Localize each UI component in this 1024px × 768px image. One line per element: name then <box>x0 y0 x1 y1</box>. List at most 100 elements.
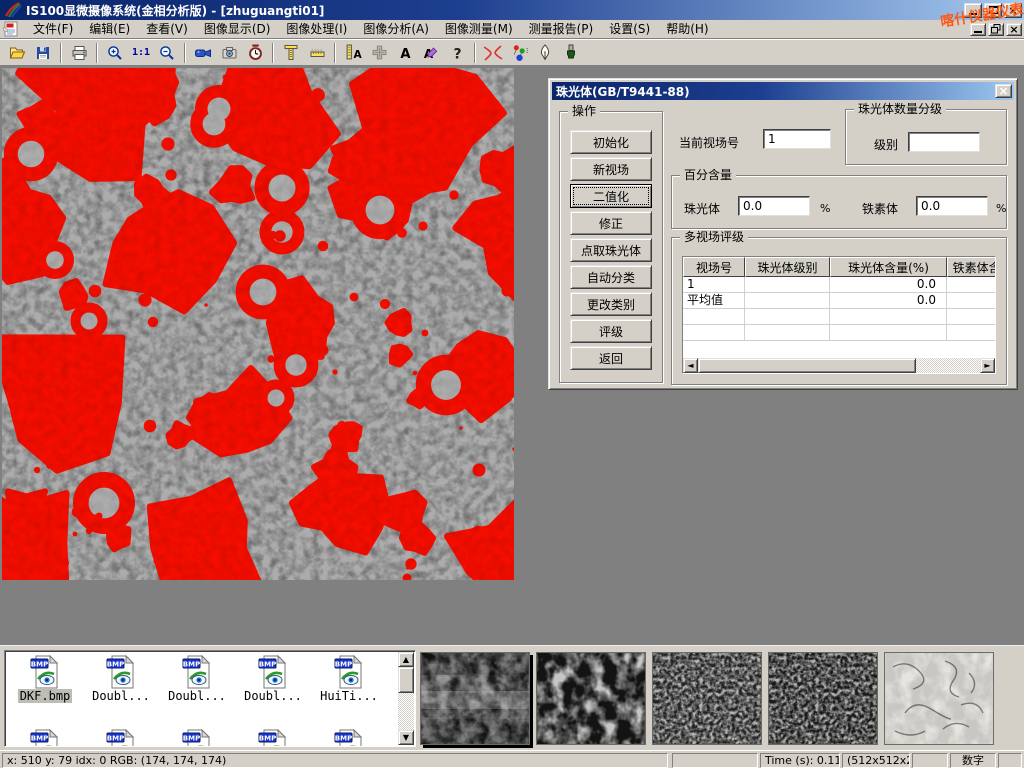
snapshot-button[interactable] <box>216 41 242 65</box>
scroll-track[interactable] <box>698 358 980 373</box>
file-item[interactable] <box>85 729 157 747</box>
mdi-restore-button[interactable] <box>988 23 1004 36</box>
correct-button[interactable]: 修正 <box>570 211 652 235</box>
scroll-up-button[interactable]: ▲ <box>398 652 414 667</box>
ruler-button[interactable] <box>304 41 330 65</box>
menu-help[interactable]: 帮助(H) <box>658 21 716 38</box>
text-label-button[interactable]: A <box>392 41 418 65</box>
annotate-button[interactable]: A <box>418 41 444 65</box>
pearlite-percent-input[interactable] <box>738 196 810 216</box>
table-horizontal-scrollbar[interactable]: ◄ ► <box>683 358 995 373</box>
gallery-panel: DKF.bmp Doubl... Doubl... Doubl... HuiTi… <box>0 645 1024 750</box>
file-name[interactable]: HuiTi... <box>318 689 380 703</box>
ferrite-percent-input[interactable] <box>916 196 988 216</box>
file-item[interactable]: Doubl... <box>161 655 233 703</box>
grid-tool-button[interactable] <box>366 41 392 65</box>
thumbnail[interactable] <box>420 652 530 745</box>
window-titlebar: IS100显微摄像系统(金相分析版) - [zhuguangti01] × <box>0 0 1024 20</box>
table-row[interactable]: 1 0.0 <box>683 277 996 293</box>
image-dimensions-status: (512x512x24) <box>842 753 910 768</box>
open-button[interactable] <box>4 41 30 65</box>
pen-icon <box>538 44 552 61</box>
pick-pearlite-button[interactable]: 点取珠光体 <box>570 238 652 262</box>
minimize-icon <box>974 31 982 33</box>
file-item[interactable] <box>237 729 309 747</box>
return-button[interactable]: 返回 <box>570 346 652 370</box>
dialog-titlebar[interactable]: 珠光体(GB/T9441-88) × <box>552 82 1014 100</box>
empty-status-panel <box>672 753 758 768</box>
grain-texture <box>2 68 514 580</box>
file-name[interactable]: Doubl... <box>242 689 304 703</box>
file-item[interactable] <box>161 729 233 747</box>
pen-button[interactable] <box>532 41 558 65</box>
auto-classify-button[interactable]: 自动分类 <box>570 265 652 289</box>
menu-settings[interactable]: 设置(S) <box>601 21 658 38</box>
file-list-scrollbar[interactable]: ▲ ▼ <box>398 652 414 745</box>
menu-image-analysis[interactable]: 图像分析(A) <box>355 21 437 38</box>
vertical-caliper-button[interactable] <box>278 41 304 65</box>
cell-ferrite <box>947 293 996 309</box>
count-markers-button[interactable]: 3 <box>506 41 532 65</box>
bmp-file-icon <box>106 655 136 689</box>
help-button[interactable]: ? <box>444 41 470 65</box>
file-name[interactable]: Doubl... <box>90 689 152 703</box>
timer-button[interactable] <box>242 41 268 65</box>
init-button[interactable]: 初始化 <box>570 130 652 154</box>
actual-size-button[interactable]: 1:1 <box>128 41 154 65</box>
metallographic-image[interactable] <box>2 68 514 580</box>
brush-button[interactable] <box>558 41 584 65</box>
cell-pearlite: 0.0 <box>830 277 947 293</box>
grading-group-label: 珠光体数量分级 <box>854 102 946 116</box>
file-item[interactable]: DKF.bmp <box>9 655 81 703</box>
thumbnail[interactable] <box>768 652 878 745</box>
curve-tool-button[interactable] <box>480 41 506 65</box>
file-item[interactable]: HuiTi... <box>313 655 385 703</box>
bmp-file-icon <box>182 655 212 689</box>
file-name[interactable]: Doubl... <box>166 689 228 703</box>
file-item[interactable] <box>313 729 385 747</box>
thumbnail[interactable] <box>652 652 762 745</box>
zoom-out-button[interactable] <box>154 41 180 65</box>
measure-text-icon: A <box>345 44 362 61</box>
file-item[interactable]: Doubl... <box>85 655 157 703</box>
brush-icon <box>564 44 578 61</box>
scroll-down-button[interactable]: ▼ <box>398 730 414 745</box>
scroll-thumb[interactable] <box>698 358 916 373</box>
print-button[interactable] <box>66 41 92 65</box>
file-item[interactable] <box>9 729 81 747</box>
mdi-close-button[interactable]: × <box>1006 23 1022 36</box>
zoom-in-button[interactable] <box>102 41 128 65</box>
menu-image-process[interactable]: 图像处理(I) <box>278 21 355 38</box>
scroll-thumb[interactable] <box>398 667 414 693</box>
menu-image-measure[interactable]: 图像测量(M) <box>437 21 521 38</box>
file-item[interactable]: Doubl... <box>237 655 309 703</box>
binarize-button[interactable]: 二值化 <box>570 184 652 208</box>
grade-button[interactable]: 评级 <box>570 319 652 343</box>
empty-status-panel <box>998 753 1022 768</box>
time-status: Time (s): 0.113 <box>760 753 840 768</box>
menu-report[interactable]: 测量报告(P) <box>521 21 602 38</box>
level-input[interactable] <box>908 132 980 152</box>
thumbnail[interactable] <box>884 652 994 745</box>
scroll-left-button[interactable]: ◄ <box>683 358 698 373</box>
new-field-button[interactable]: 新视场 <box>570 157 652 181</box>
dialog-close-button[interactable]: × <box>995 84 1012 98</box>
current-field-input[interactable] <box>763 129 831 149</box>
file-name[interactable]: DKF.bmp <box>18 689 73 703</box>
menu-view[interactable]: 查看(V) <box>138 21 196 38</box>
video-camera-button[interactable] <box>190 41 216 65</box>
measure-text-button[interactable]: A <box>340 41 366 65</box>
current-field-label: 当前视场号 <box>679 134 739 151</box>
scroll-right-button[interactable]: ► <box>980 358 995 373</box>
thumbnail[interactable] <box>536 652 646 745</box>
table-row[interactable]: 平均值 0.0 <box>683 293 996 309</box>
percent-group-label: 百分含量 <box>680 168 736 182</box>
file-list[interactable]: DKF.bmp Doubl... Doubl... Doubl... HuiTi… <box>4 650 416 747</box>
save-button[interactable] <box>30 41 56 65</box>
change-class-button[interactable]: 更改类别 <box>570 292 652 316</box>
menu-edit[interactable]: 编辑(E) <box>81 21 138 38</box>
menu-file[interactable]: 文件(F) <box>25 21 81 38</box>
svg-text:?: ? <box>453 46 461 61</box>
multifield-table[interactable]: 视场号 珠光体级别 珠光体含量(%) 铁素体含量(%) 1 0.0 平均值 0.… <box>682 256 996 374</box>
menu-image-display[interactable]: 图像显示(D) <box>196 21 279 38</box>
